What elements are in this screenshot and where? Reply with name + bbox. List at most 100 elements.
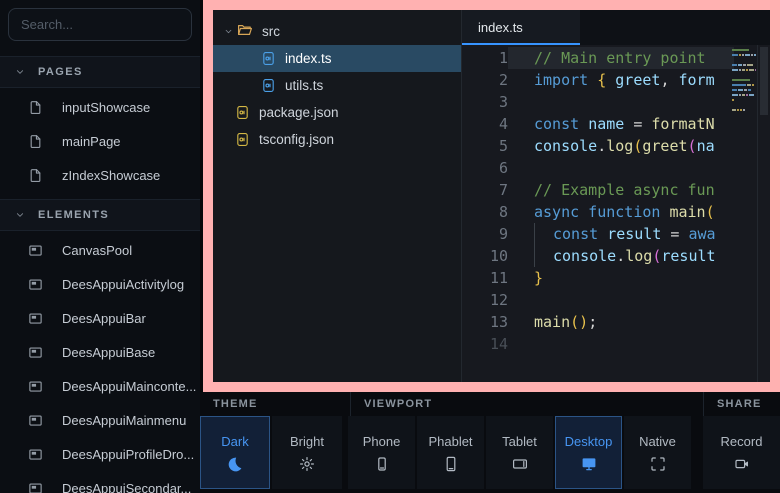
code-line-text[interactable]: console.log(greet(na xyxy=(508,135,734,157)
code-token: ( xyxy=(688,135,697,157)
code-area[interactable]: 1// Main entry point2import { greet, for… xyxy=(462,45,770,382)
tree-item-package-json[interactable]: package.json xyxy=(213,99,461,126)
sidebar-item-deesappuimainmenu[interactable]: DeesAppuiMainmenu xyxy=(0,403,200,437)
line-number: 14 xyxy=(462,333,508,355)
minimap-line xyxy=(732,54,756,56)
button-label: Bright xyxy=(290,434,324,449)
toolbar-group-share: Record xyxy=(703,416,780,489)
tablet-button[interactable]: Tablet xyxy=(486,416,553,489)
sidebar-item-label: DeesAppuiSecondar... xyxy=(62,481,191,493)
code-token xyxy=(606,69,615,91)
code-line-text[interactable]: } xyxy=(508,267,734,289)
code-token: ( xyxy=(706,201,715,223)
moon-icon xyxy=(227,456,243,472)
tab-index-ts[interactable]: index.ts xyxy=(462,10,580,45)
sidebar-item-deesappuibar[interactable]: DeesAppuiBar xyxy=(0,301,200,335)
file-icon xyxy=(28,100,43,115)
tree-item-index-ts[interactable]: index.ts xyxy=(213,45,461,72)
minimap[interactable] xyxy=(732,49,756,119)
line-number: 11 xyxy=(462,267,508,289)
widget-icon xyxy=(28,413,43,428)
button-label: Phablet xyxy=(428,434,472,449)
code-token: formatN xyxy=(651,113,714,135)
toolbar-group-viewport: Phone Phablet Tablet DesktopNative xyxy=(348,416,691,489)
code-line-text[interactable]: const result = awa xyxy=(508,223,734,245)
code-line-text[interactable]: main(); xyxy=(508,311,734,333)
sidebar-item-zindexshowcase[interactable]: zIndexShowcase xyxy=(0,158,200,192)
desktop-icon xyxy=(581,456,597,472)
phone-icon xyxy=(374,456,390,472)
file-icon xyxy=(28,134,43,149)
widget-icon xyxy=(28,243,43,258)
indent-guide xyxy=(534,245,553,267)
widget-icon xyxy=(28,345,43,360)
search-wrap xyxy=(0,0,200,49)
search-input[interactable] xyxy=(8,8,192,41)
code-line-text[interactable]: // Main entry point xyxy=(508,47,734,69)
tree-item-label: utils.ts xyxy=(285,78,323,93)
sidebar-item-deesappuibase[interactable]: DeesAppuiBase xyxy=(0,335,200,369)
code-token: = xyxy=(624,113,651,135)
tree-item-utils-ts[interactable]: utils.ts xyxy=(213,72,461,99)
code-token: awa xyxy=(688,223,715,245)
native-button[interactable]: Native xyxy=(624,416,691,489)
button-label: Tablet xyxy=(502,434,537,449)
minimap-line xyxy=(732,64,756,66)
sidebar-item-deesappuiactivitylog[interactable]: DeesAppuiActivitylog xyxy=(0,267,200,301)
code-token: ( xyxy=(652,245,661,267)
sidebar-item-label: DeesAppuiMainconte... xyxy=(62,379,196,394)
record-button[interactable]: Record xyxy=(703,416,780,489)
code-line: 10console.log(result xyxy=(462,245,770,267)
code-token: . xyxy=(597,135,606,157)
code-line-text[interactable]: const name = formatN xyxy=(508,113,734,135)
ts-file-icon xyxy=(261,78,276,93)
toolbar-section-label-share: SHARE xyxy=(703,392,780,416)
minimap-line xyxy=(732,79,756,81)
toolbar-group-theme: Dark Bright xyxy=(200,416,342,489)
code-line-text[interactable]: console.log(result xyxy=(508,245,734,267)
code-line-text[interactable]: import { greet, form xyxy=(508,69,734,91)
sidebar-item-mainpage[interactable]: mainPage xyxy=(0,124,200,158)
sidebar-item-deesappuiprofiledro[interactable]: DeesAppuiProfileDro... xyxy=(0,437,200,471)
sidebar-item-deesappuimainconte[interactable]: DeesAppuiMainconte... xyxy=(0,369,200,403)
sidebar-item-label: DeesAppuiBase xyxy=(62,345,155,360)
tree-item-tsconfig-json[interactable]: tsconfig.json xyxy=(213,126,461,153)
section-header-elements[interactable]: ELEMENTS xyxy=(0,199,200,231)
section-header-pages[interactable]: PAGES xyxy=(0,56,200,88)
desktop-button[interactable]: Desktop xyxy=(555,416,622,489)
code-line-text[interactable]: // Example async fun xyxy=(508,179,734,201)
folder-icon xyxy=(237,22,253,38)
code-token: import xyxy=(534,69,597,91)
code-token: result xyxy=(661,245,715,267)
code-token: main xyxy=(534,311,570,333)
bright-button[interactable]: Bright xyxy=(272,416,342,489)
scrollbar-thumb[interactable] xyxy=(760,47,768,115)
code-token: result xyxy=(607,223,661,245)
code-line-text[interactable] xyxy=(508,157,734,179)
line-number: 9 xyxy=(462,223,508,245)
phablet-button[interactable]: Phablet xyxy=(417,416,484,489)
code-token: = xyxy=(661,223,688,245)
code-line-text[interactable] xyxy=(508,91,734,113)
code-line-text[interactable] xyxy=(508,333,734,355)
code-token: console xyxy=(534,135,597,157)
tablet-icon xyxy=(512,456,528,472)
sidebar-item-inputshowcase[interactable]: inputShowcase xyxy=(0,90,200,124)
code-line-text[interactable] xyxy=(508,289,734,311)
phone-button[interactable]: Phone xyxy=(348,416,415,489)
sidebar-item-deesappuisecondar[interactable]: DeesAppuiSecondar... xyxy=(0,471,200,493)
code-token: name xyxy=(588,113,624,135)
scrollbar-track[interactable] xyxy=(757,45,770,382)
dark-button[interactable]: Dark xyxy=(200,416,270,489)
code-token: greet xyxy=(642,135,687,157)
line-number: 7 xyxy=(462,179,508,201)
indent-guide xyxy=(534,223,553,245)
code-line: 7// Example async fun xyxy=(462,179,770,201)
line-number: 10 xyxy=(462,245,508,267)
tree-item-src[interactable]: src xyxy=(213,18,461,45)
code-line-text[interactable]: async function main( xyxy=(508,201,734,223)
sidebar-item-canvaspool[interactable]: CanvasPool xyxy=(0,233,200,267)
widget-icon xyxy=(28,277,43,292)
line-number: 3 xyxy=(462,91,508,113)
tree-item-label: tsconfig.json xyxy=(259,132,334,147)
